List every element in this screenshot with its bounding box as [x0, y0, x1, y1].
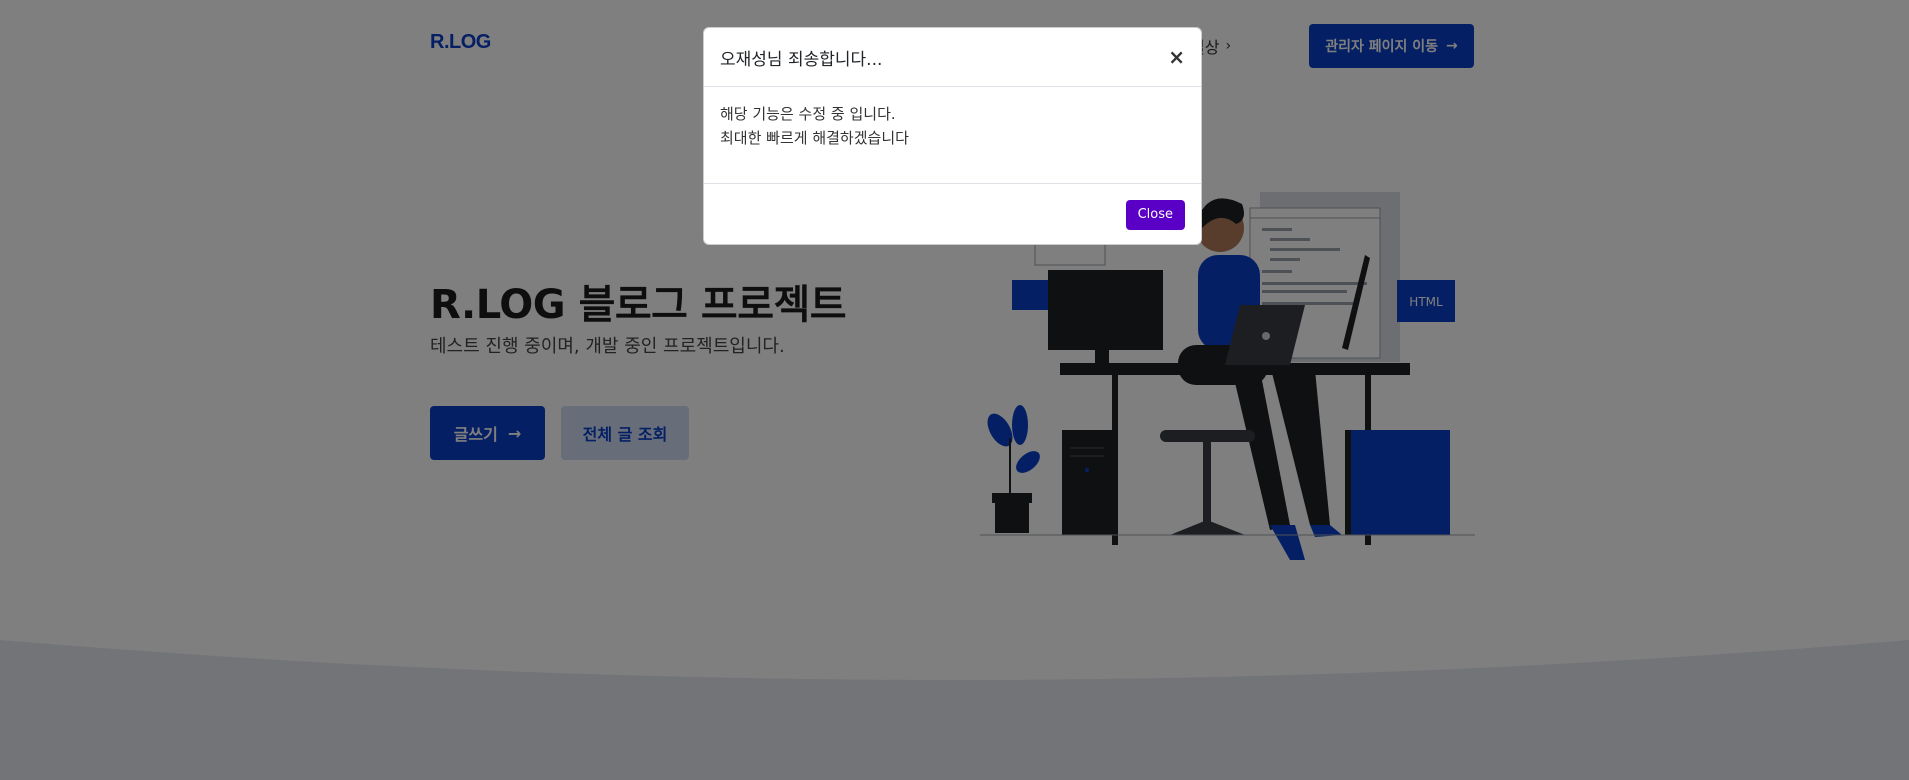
- modal-body-line: 해당 기능은 수정 중 입니다.: [720, 105, 896, 123]
- modal-footer: Close: [704, 184, 1201, 244]
- close-icon[interactable]: ×: [1168, 47, 1185, 67]
- modal-header: 오재성님 죄송합니다... ×: [704, 28, 1201, 87]
- modal-title: 오재성님 죄송합니다...: [720, 49, 883, 70]
- notice-modal: 오재성님 죄송합니다... × 해당 기능은 수정 중 입니다. 최대한 빠르게…: [703, 27, 1202, 245]
- modal-body: 해당 기능은 수정 중 입니다. 최대한 빠르게 해결하겠습니다: [704, 87, 1201, 184]
- modal-body-line: 최대한 빠르게 해결하겠습니다: [720, 129, 909, 147]
- close-button[interactable]: Close: [1125, 199, 1185, 230]
